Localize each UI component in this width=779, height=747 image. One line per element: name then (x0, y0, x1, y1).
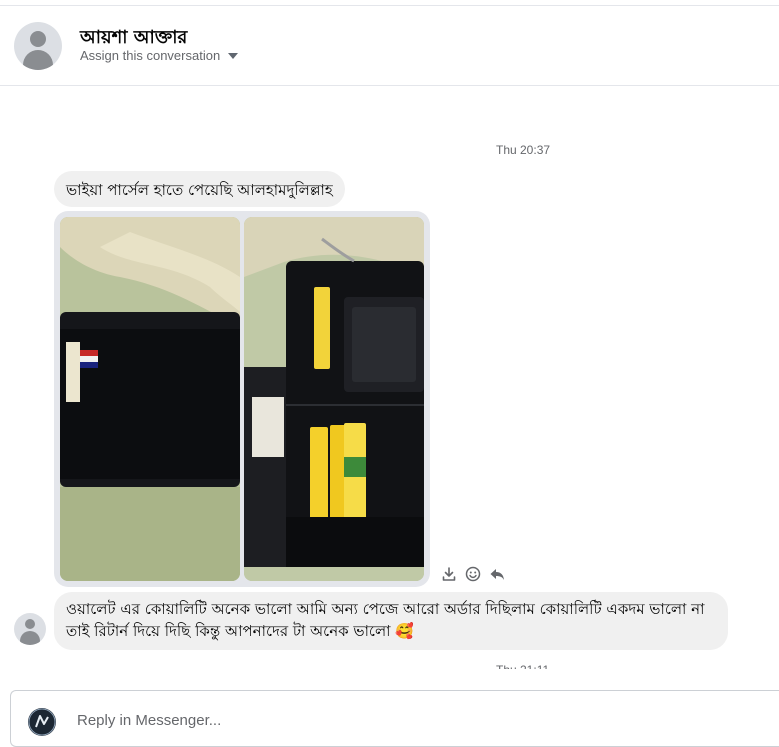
reply-icon[interactable] (489, 566, 505, 582)
message-bubble[interactable]: ওয়ালেট এর কোয়ালিটি অনেক ভালো আমি অন্য … (54, 592, 728, 650)
contact-avatar[interactable] (14, 22, 62, 70)
next-message-timestamp: Thu 21:11 (496, 664, 556, 669)
reply-input[interactable]: Reply in Messenger... (77, 712, 221, 729)
wallet-photo-closed[interactable] (60, 217, 240, 581)
assign-conversation-dropdown[interactable]: Assign this conversation (80, 48, 239, 63)
sender-avatar[interactable] (14, 613, 46, 645)
message-timestamp: Thu 20:37 (496, 143, 551, 157)
caret-down-icon (228, 52, 239, 59)
wallet-closed-image (60, 217, 240, 581)
reply-composer[interactable]: Reply in Messenger... (10, 690, 779, 747)
avatar-head-shape (25, 619, 35, 629)
avatar-body-shape (20, 631, 40, 645)
wallet-open-image (244, 217, 424, 581)
wallet-photo-open[interactable] (244, 217, 424, 581)
conversation-header: আয়শা আক্তার Assign this conversation (0, 6, 779, 86)
avatar-body-shape (23, 50, 53, 70)
message-bubble[interactable]: ভাইয়া পার্সেল হাতে পেয়েছি আলহামদুলিল্ল… (54, 171, 345, 207)
message-actions (441, 566, 505, 582)
avatar-head-shape (30, 31, 46, 47)
download-icon[interactable] (441, 566, 457, 582)
assign-label: Assign this conversation (80, 48, 221, 63)
photo-attachment-group (54, 211, 430, 587)
page-logo-icon (28, 708, 56, 736)
emoji-react-icon[interactable] (465, 566, 481, 582)
